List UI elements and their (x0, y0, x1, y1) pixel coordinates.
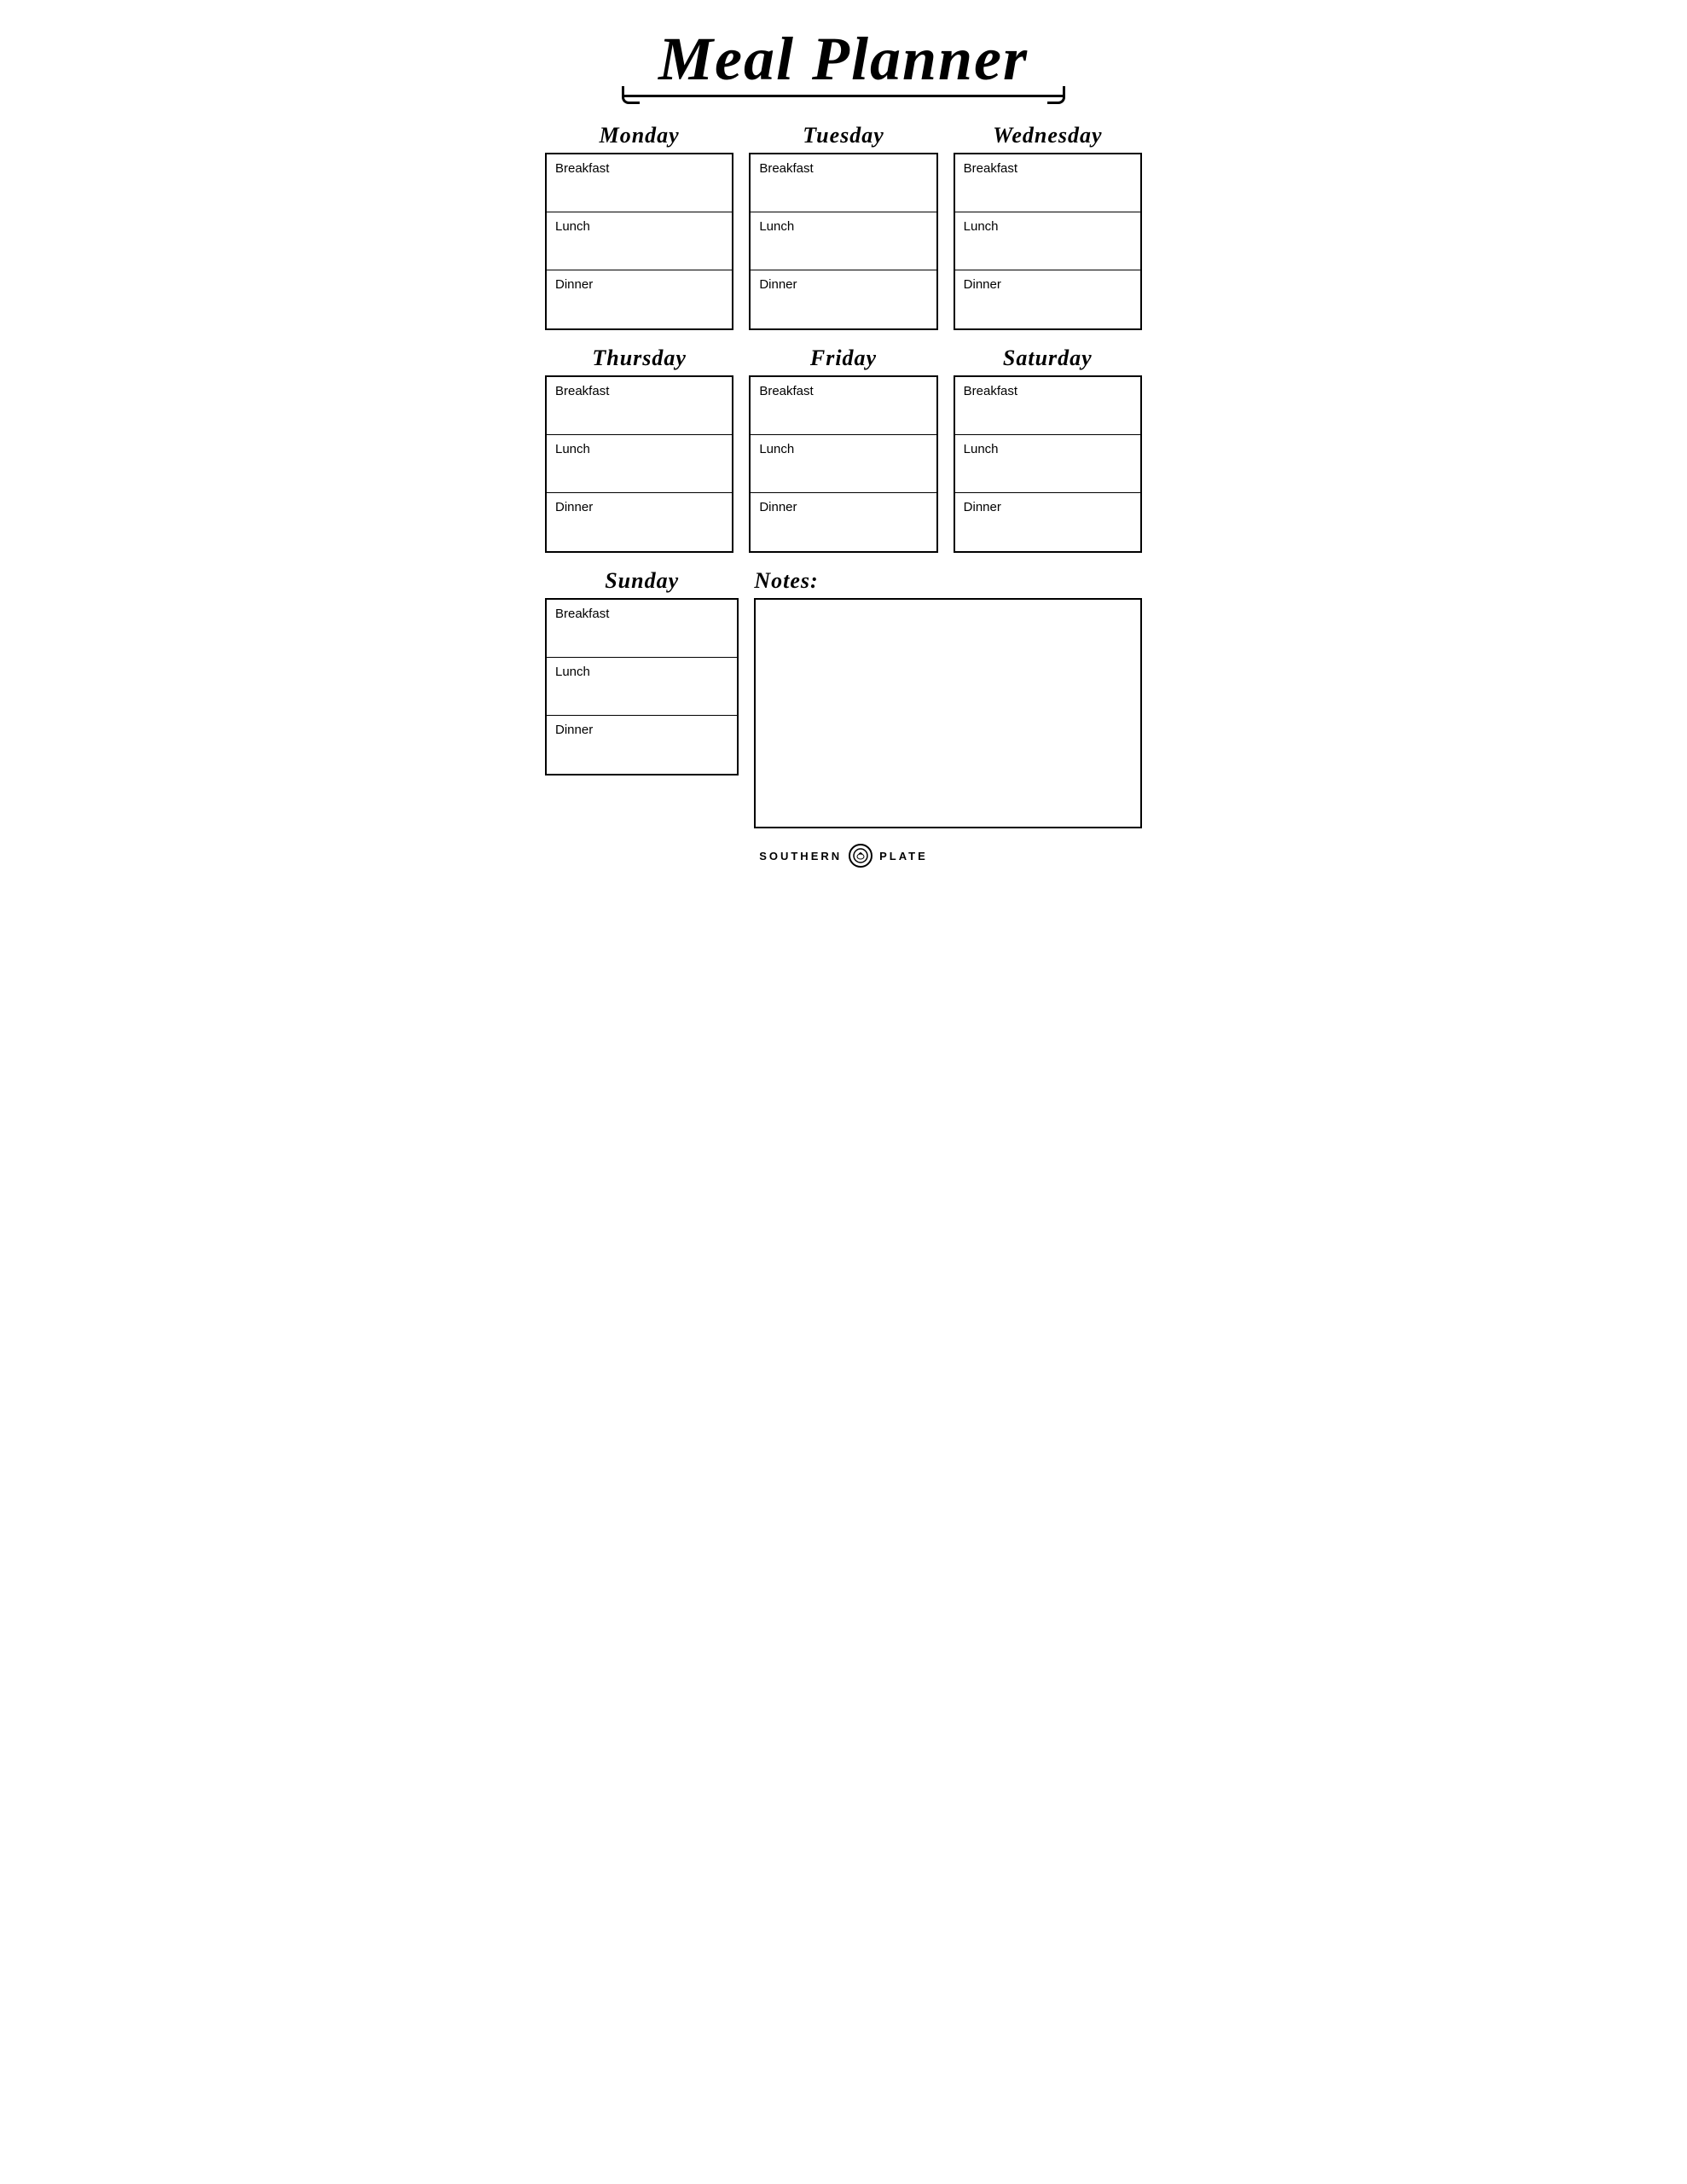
saturday-column: Saturday Breakfast Lunch Dinner (954, 346, 1142, 553)
tuesday-label: Tuesday (749, 123, 937, 148)
page: Meal Planner Monday Breakfast Lunch Dinn… (511, 0, 1176, 885)
bottom-section: Sunday Breakfast Lunch Dinner Notes: (545, 568, 1142, 828)
southern-plate-icon (849, 844, 872, 868)
tuesday-box: Breakfast Lunch Dinner (749, 153, 937, 330)
saturday-label: Saturday (954, 346, 1142, 371)
tuesday-dinner[interactable]: Dinner (751, 270, 936, 328)
tuesday-breakfast[interactable]: Breakfast (751, 154, 936, 212)
wednesday-box: Breakfast Lunch Dinner (954, 153, 1142, 330)
friday-lunch[interactable]: Lunch (751, 435, 936, 493)
wednesday-dinner[interactable]: Dinner (955, 270, 1140, 328)
title-underline (622, 95, 1065, 97)
wednesday-lunch[interactable]: Lunch (955, 212, 1140, 270)
wednesday-breakfast[interactable]: Breakfast (955, 154, 1140, 212)
friday-dinner[interactable]: Dinner (751, 493, 936, 551)
footer-text-right: PLATE (879, 850, 928, 863)
thursday-column: Thursday Breakfast Lunch Dinner (545, 346, 733, 553)
saturday-lunch[interactable]: Lunch (955, 435, 1140, 493)
monday-column: Monday Breakfast Lunch Dinner (545, 123, 733, 330)
thursday-box: Breakfast Lunch Dinner (545, 375, 733, 553)
tuesday-column: Tuesday Breakfast Lunch Dinner (749, 123, 937, 330)
row2-days: Thursday Breakfast Lunch Dinner Friday (545, 346, 1142, 553)
friday-column: Friday Breakfast Lunch Dinner (749, 346, 937, 553)
sunday-dinner[interactable]: Dinner (547, 716, 737, 774)
row1-grid: Monday Breakfast Lunch Dinner Tuesday (545, 123, 1142, 330)
thursday-lunch[interactable]: Lunch (547, 435, 732, 493)
sunday-column: Sunday Breakfast Lunch Dinner (545, 568, 739, 828)
notes-box[interactable] (754, 598, 1142, 828)
friday-breakfast[interactable]: Breakfast (751, 377, 936, 435)
title-section: Meal Planner (545, 26, 1142, 97)
footer: SOUTHERN PLATE (545, 844, 1142, 868)
thursday-label: Thursday (545, 346, 733, 371)
monday-lunch[interactable]: Lunch (547, 212, 732, 270)
sunday-breakfast[interactable]: Breakfast (547, 600, 737, 658)
friday-box: Breakfast Lunch Dinner (749, 375, 937, 553)
tuesday-lunch[interactable]: Lunch (751, 212, 936, 270)
wednesday-column: Wednesday Breakfast Lunch Dinner (954, 123, 1142, 330)
saturday-dinner[interactable]: Dinner (955, 493, 1140, 551)
notes-label: Notes: (754, 568, 1142, 594)
thursday-dinner[interactable]: Dinner (547, 493, 732, 551)
saturday-breakfast[interactable]: Breakfast (955, 377, 1140, 435)
monday-dinner[interactable]: Dinner (547, 270, 732, 328)
row1-days: Monday Breakfast Lunch Dinner Tuesday (545, 123, 1142, 330)
row2-grid: Thursday Breakfast Lunch Dinner Friday (545, 346, 1142, 553)
page-title: Meal Planner (545, 26, 1142, 93)
monday-box: Breakfast Lunch Dinner (545, 153, 733, 330)
sunday-lunch[interactable]: Lunch (547, 658, 737, 716)
saturday-box: Breakfast Lunch Dinner (954, 375, 1142, 553)
notes-column: Notes: (754, 568, 1142, 828)
sunday-box: Breakfast Lunch Dinner (545, 598, 739, 775)
monday-label: Monday (545, 123, 733, 148)
monday-breakfast[interactable]: Breakfast (547, 154, 732, 212)
sunday-label: Sunday (545, 568, 739, 594)
wednesday-label: Wednesday (954, 123, 1142, 148)
friday-label: Friday (749, 346, 937, 371)
thursday-breakfast[interactable]: Breakfast (547, 377, 732, 435)
footer-text-left: SOUTHERN (759, 850, 842, 863)
